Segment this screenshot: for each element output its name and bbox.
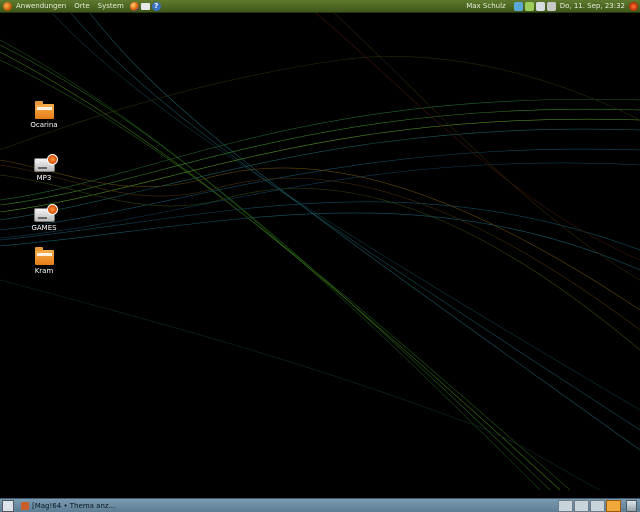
browser-task-icon [21,501,29,510]
bottom-panel: [Mag!64 • Thema anz... [0,498,640,512]
desktop-icon-label: Ocarina [30,121,58,129]
badge-icon [46,204,58,215]
trash-icon[interactable] [626,499,637,512]
workspace-switcher [557,499,621,512]
update-notifier-icon[interactable] [524,1,534,11]
menu-applications[interactable]: Anwendungen [12,0,70,12]
desktop-icon-label: GAMES [31,224,57,232]
badge-icon [46,154,58,165]
user-name[interactable]: Max Schulz [466,2,511,10]
menu-system[interactable]: System [94,0,128,12]
desktop-icon-mp3[interactable]: MP3 [24,154,64,182]
top-panel: Anwendungen Orte System ? Max Schulz Do,… [0,0,640,13]
firefox-icon[interactable] [129,1,139,11]
workspace-2[interactable] [574,499,589,512]
desktop-icon-label: Kram [34,267,54,275]
drive-icon [33,204,58,222]
drive-icon [33,154,58,172]
workspace-1[interactable] [558,499,573,512]
workspace-4[interactable] [606,499,621,512]
folder-icon [34,101,54,119]
menu-places[interactable]: Orte [70,0,93,12]
folder-icon [34,247,54,265]
clock[interactable]: Do, 11. Sep, 23:32 [556,2,627,10]
volume-icon[interactable] [546,1,556,11]
desktop-icon-label: MP3 [36,174,52,182]
network-icon[interactable] [513,1,523,11]
wallpaper-background [0,0,640,491]
desktop-icon-ocarina[interactable]: Ocarina [24,101,64,129]
desktop-icon-kram[interactable]: Kram [24,247,64,275]
display-icon[interactable] [535,1,545,11]
workspace-3[interactable] [590,499,605,512]
taskbar-button-label: [Mag!64 • Thema anz... [32,501,116,510]
ubuntu-logo-icon[interactable] [3,1,12,11]
help-icon[interactable]: ? [151,1,161,11]
logout-icon[interactable] [629,1,638,11]
taskbar-button[interactable]: [Mag!64 • Thema anz... [18,501,304,511]
mail-icon[interactable] [140,2,150,10]
desktop-icon-games[interactable]: GAMES [24,204,64,232]
show-desktop-icon[interactable] [2,499,14,512]
